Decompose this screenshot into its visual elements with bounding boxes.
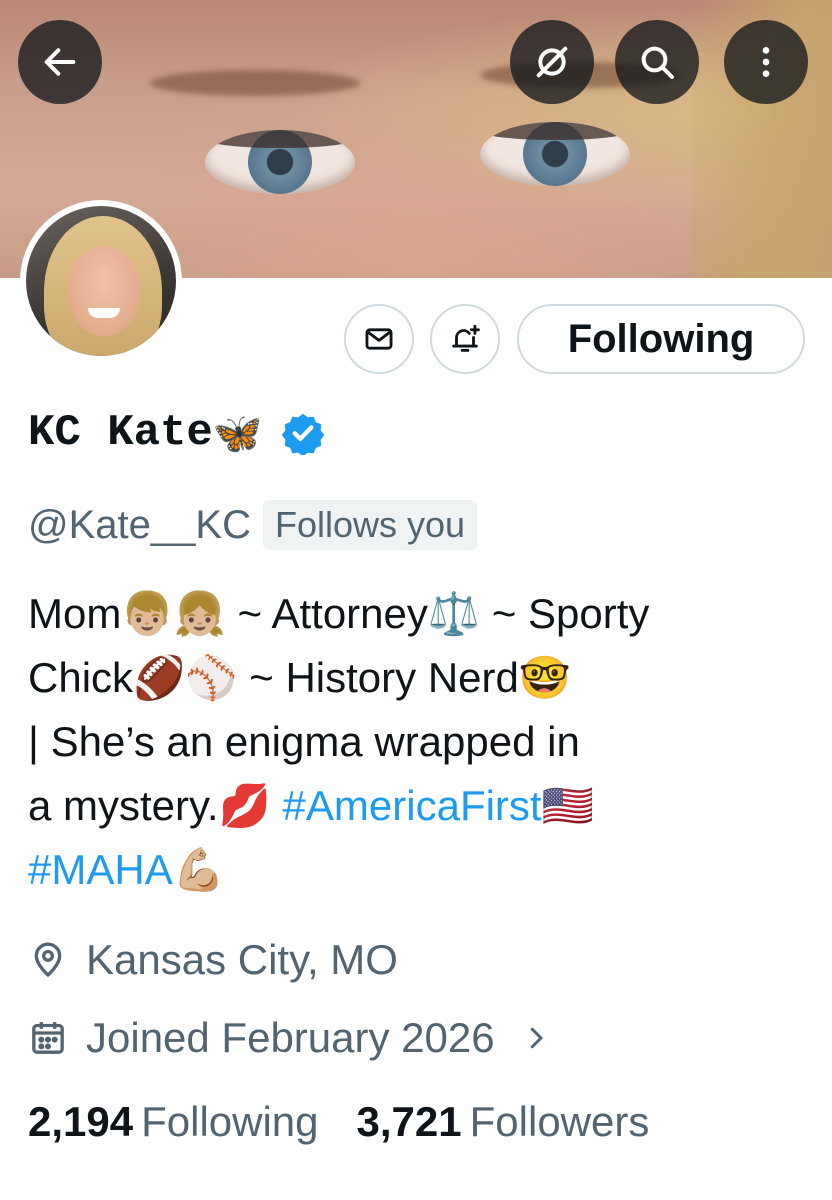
more-vertical-icon xyxy=(762,47,770,77)
banner-right-eye xyxy=(480,122,630,186)
location-row: Kansas City, MO xyxy=(28,936,398,984)
display-name: KC Kate xyxy=(28,408,213,458)
hashtag-maha[interactable]: #MAHA💪🏼 xyxy=(28,846,225,893)
banner-left-brow xyxy=(150,70,360,96)
joined-text: Joined February 2026 xyxy=(86,1014,495,1061)
verified-badge-icon xyxy=(281,413,324,455)
bio: Mom👦🏼👧🏼 ~ Attorney⚖️ ~ Sporty Chick🏈⚾ ~ … xyxy=(28,582,808,902)
bio-line-1: Mom👦🏼👧🏼 ~ Attorney⚖️ ~ Sporty xyxy=(28,590,650,637)
location-text: Kansas City, MO xyxy=(86,936,398,983)
joined-row[interactable]: Joined February 2026 xyxy=(28,1014,551,1062)
bio-line-4-text: a mystery.💋 xyxy=(28,782,283,829)
avatar-photo xyxy=(26,206,176,356)
butterfly-emoji: 🦋 xyxy=(212,410,263,457)
bio-line-3: | She’s an enigma wrapped in xyxy=(28,718,580,765)
followers-stat[interactable]: 3,721 Followers xyxy=(357,1098,650,1146)
bio-line-4: a mystery.💋 #AmericaFirst🇺🇸 xyxy=(28,774,808,838)
following-stat[interactable]: 2,194 Following xyxy=(28,1098,319,1146)
bell-plus-icon xyxy=(452,324,480,352)
following-label: Following xyxy=(141,1098,319,1145)
follows-you-badge: Follows you xyxy=(262,500,478,550)
bio-line-2: Chick🏈⚾ ~ History Nerd🤓 xyxy=(28,654,572,701)
more-button[interactable] xyxy=(724,20,808,104)
follow-stats: 2,194 Following 3,721 Followers xyxy=(28,1098,649,1146)
display-name-row: KC Kate 🦋 xyxy=(28,408,325,458)
notifications-button[interactable] xyxy=(430,304,500,374)
back-arrow-icon xyxy=(44,48,76,76)
followers-label: Followers xyxy=(469,1098,650,1145)
handle: @Kate__KC xyxy=(28,502,251,547)
bio-line-5: #MAHA💪🏼 xyxy=(28,838,808,902)
avatar[interactable] xyxy=(20,200,182,362)
back-button[interactable] xyxy=(18,20,102,104)
grok-slash-icon xyxy=(536,46,568,78)
calendar-icon xyxy=(32,1022,64,1054)
banner-left-eye xyxy=(205,130,355,194)
following-count: 2,194 xyxy=(28,1098,134,1145)
following-button[interactable]: Following xyxy=(517,304,805,374)
mail-icon xyxy=(365,328,393,350)
grok-button[interactable] xyxy=(510,20,594,104)
location-pin-icon xyxy=(34,942,62,977)
search-button[interactable] xyxy=(615,20,699,104)
message-button[interactable] xyxy=(344,304,414,374)
search-icon xyxy=(641,46,674,79)
handle-row: @Kate__KC Follows you xyxy=(28,500,478,550)
chevron-right-icon xyxy=(530,1027,543,1049)
followers-count: 3,721 xyxy=(356,1098,462,1145)
hashtag-americafirst[interactable]: #AmericaFirst🇺🇸 xyxy=(283,782,594,829)
